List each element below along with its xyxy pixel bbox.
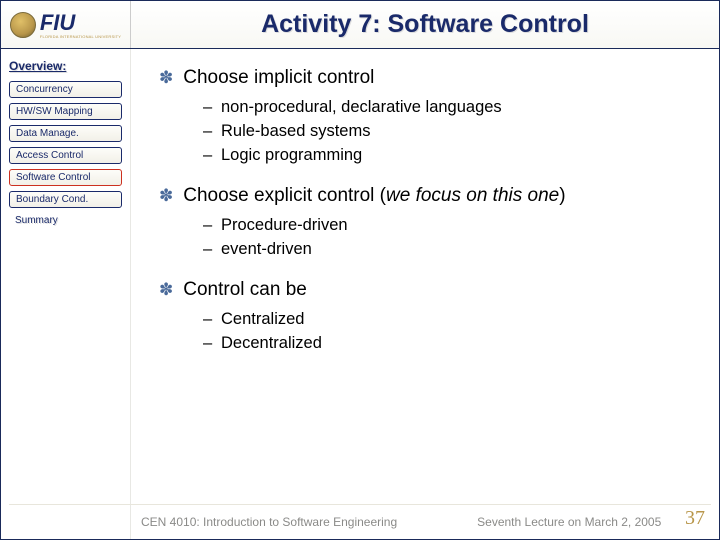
bullet-1-subs: –non-procedural, declarative languages –… xyxy=(203,95,697,167)
footer-lecture: Seventh Lecture on March 2, 2005 xyxy=(477,515,661,529)
list-item: –non-procedural, declarative languages xyxy=(203,95,697,119)
bullet-2-text-b: ) xyxy=(559,185,565,206)
bullet-2-text-italic: we focus on this one xyxy=(386,185,559,206)
bullet-2-text: Choose explicit control (we focus on thi… xyxy=(183,183,565,209)
body: Overview: Concurrency HW/SW Mapping Data… xyxy=(1,49,719,539)
logo-text: FIU xyxy=(40,10,75,36)
sidebar-item-data-manage[interactable]: Data Manage. xyxy=(9,125,122,142)
bullet-2-subs: –Procedure-driven –event-driven xyxy=(203,213,697,261)
list-item: –Centralized xyxy=(203,307,697,331)
sidebar-item-summary: Summary xyxy=(9,213,122,228)
page-number: 37 xyxy=(685,507,705,530)
sub-text: Rule-based systems xyxy=(221,119,370,143)
sidebar-item-software-control[interactable]: Software Control xyxy=(9,169,122,186)
header: FIU FLORIDA INTERNATIONAL UNIVERSITY Act… xyxy=(1,1,719,49)
sidebar: Overview: Concurrency HW/SW Mapping Data… xyxy=(1,49,131,539)
sub-text: Decentralized xyxy=(221,331,322,355)
sub-text: non-procedural, declarative languages xyxy=(221,95,502,119)
list-item: –Rule-based systems xyxy=(203,119,697,143)
list-item: –event-driven xyxy=(203,237,697,261)
slide: FIU FLORIDA INTERNATIONAL UNIVERSITY Act… xyxy=(0,0,720,540)
bullet-3-text: Control can be xyxy=(183,277,307,303)
bullet-1-text: Choose implicit control xyxy=(183,65,374,91)
sidebar-item-concurrency[interactable]: Concurrency xyxy=(9,81,122,98)
bullet-3-subs: –Centralized –Decentralized xyxy=(203,307,697,355)
footer-divider xyxy=(9,504,711,505)
sub-text: Centralized xyxy=(221,307,304,331)
sub-text: Logic programming xyxy=(221,143,362,167)
bullet-2: ✽ Choose explicit control (we focus on t… xyxy=(159,183,697,209)
bullet-2-text-a: Choose explicit control ( xyxy=(183,185,386,206)
list-item: –Decentralized xyxy=(203,331,697,355)
sidebar-heading: Overview: xyxy=(9,59,122,73)
logo-text-wrap: FIU FLORIDA INTERNATIONAL UNIVERSITY xyxy=(40,10,121,39)
sub-text: Procedure-driven xyxy=(221,213,348,237)
page-title: Activity 7: Software Control xyxy=(131,10,719,39)
logo: FIU FLORIDA INTERNATIONAL UNIVERSITY xyxy=(1,1,131,48)
list-item: –Logic programming xyxy=(203,143,697,167)
sidebar-item-access-control[interactable]: Access Control xyxy=(9,147,122,164)
list-item: –Procedure-driven xyxy=(203,213,697,237)
sidebar-item-boundary-cond[interactable]: Boundary Cond. xyxy=(9,191,122,208)
sidebar-item-hwsw-mapping[interactable]: HW/SW Mapping xyxy=(9,103,122,120)
content: ✽ Choose implicit control –non-procedura… xyxy=(131,49,719,539)
bullet-1: ✽ Choose implicit control xyxy=(159,65,697,91)
sub-text: event-driven xyxy=(221,237,312,261)
bullet-3: ✽ Control can be xyxy=(159,277,697,303)
logo-subtext: FLORIDA INTERNATIONAL UNIVERSITY xyxy=(40,34,121,39)
footer-course: CEN 4010: Introduction to Software Engin… xyxy=(141,515,397,529)
asterisk-icon: ✽ xyxy=(159,183,173,209)
footer: CEN 4010: Introduction to Software Engin… xyxy=(1,515,719,529)
asterisk-icon: ✽ xyxy=(159,277,173,303)
university-seal-icon xyxy=(10,12,36,38)
asterisk-icon: ✽ xyxy=(159,65,173,91)
